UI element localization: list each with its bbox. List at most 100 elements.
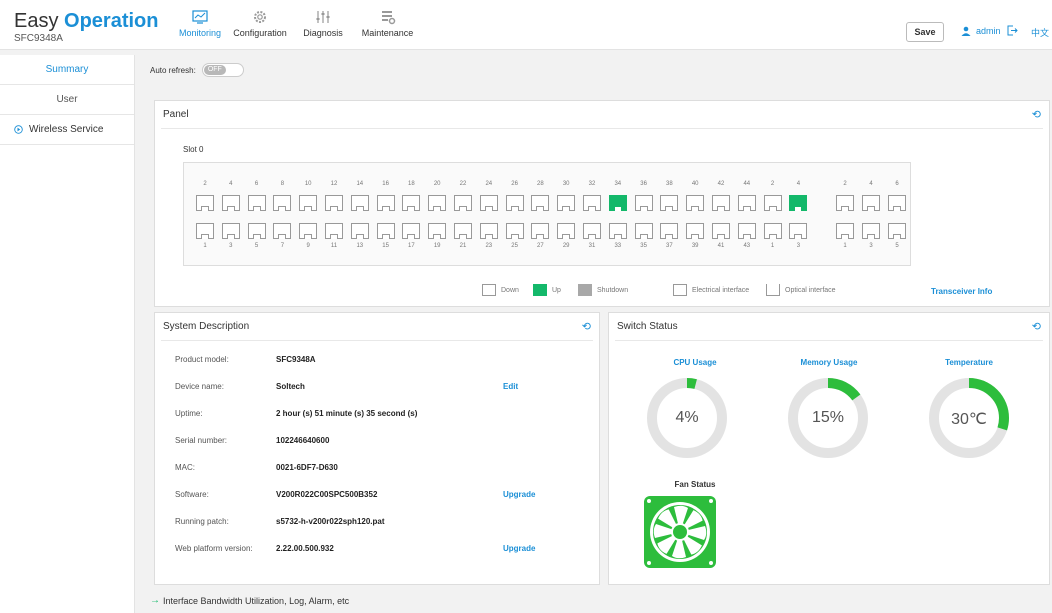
port-number: 12 (330, 181, 338, 187)
port-down[interactable] (763, 223, 782, 239)
port-down[interactable] (789, 223, 808, 239)
sysdesc-value: 2 hour (s) 51 minute (s) 35 second (s) (276, 409, 418, 418)
port-down[interactable] (454, 195, 472, 211)
port-down[interactable] (221, 195, 240, 211)
port-up[interactable] (789, 195, 808, 211)
port-down[interactable] (763, 195, 782, 211)
port-number: 25 (511, 243, 518, 249)
port-down[interactable] (479, 223, 498, 239)
divider (615, 340, 1043, 341)
port-number: 13 (356, 243, 364, 249)
port-down[interactable] (737, 223, 756, 239)
cpu-usage-label: CPU Usage (673, 358, 717, 367)
port-down[interactable] (454, 223, 472, 239)
port-down[interactable] (862, 195, 880, 211)
port-down[interactable] (402, 195, 421, 211)
sysdesc-key: MAC: (175, 463, 195, 472)
port-number: 31 (588, 243, 596, 249)
port-up[interactable] (608, 195, 627, 211)
port-down[interactable] (737, 195, 756, 211)
switch-status-refresh-icon[interactable]: ⟲ (1032, 321, 1041, 333)
port-number: 2 (770, 181, 775, 187)
port-number: 18 (408, 181, 415, 187)
port-down[interactable] (247, 195, 266, 211)
port-down[interactable] (428, 223, 447, 239)
port-down[interactable] (221, 223, 240, 239)
port-down[interactable] (273, 195, 292, 211)
port-down[interactable] (583, 195, 601, 211)
transceiver-info-link[interactable]: Transceiver Info (931, 287, 992, 296)
port-down[interactable] (634, 195, 653, 211)
port-down[interactable] (350, 223, 369, 239)
sidebar-item-summary[interactable]: Summary (0, 55, 134, 85)
port-down[interactable] (325, 195, 343, 211)
port-down[interactable] (350, 195, 369, 211)
language-switch[interactable]: 中文 (1031, 26, 1049, 39)
port-down[interactable] (428, 195, 447, 211)
port-down[interactable] (888, 195, 906, 211)
port-down[interactable] (325, 223, 343, 239)
port-down[interactable] (531, 223, 550, 239)
port-down[interactable] (686, 195, 705, 211)
system-description-title: System Description (163, 321, 250, 332)
port-down[interactable] (888, 223, 906, 239)
arrow-right-icon: → (150, 595, 160, 606)
port-down[interactable] (862, 223, 880, 239)
sysdesc-upgrade-link[interactable]: Upgrade (503, 490, 535, 499)
logout-icon[interactable] (1007, 25, 1018, 36)
nav-maintenance[interactable]: Maintenance (356, 6, 419, 38)
system-description-refresh-icon[interactable]: ⟲ (582, 321, 591, 333)
port-down[interactable] (583, 223, 601, 239)
port-down[interactable] (247, 223, 266, 239)
sidebar-item-user[interactable]: User (0, 85, 134, 115)
port-down[interactable] (479, 195, 498, 211)
port-down[interactable] (660, 223, 679, 239)
port-down[interactable] (299, 195, 318, 211)
port-number: 40 (691, 181, 699, 187)
nav-configuration[interactable]: Configuration (230, 6, 290, 38)
fan-status-label: Fan Status (674, 480, 716, 489)
port-number: 42 (717, 181, 725, 187)
port-number: 2 (203, 181, 207, 187)
nav-diagnosis-label: Diagnosis (303, 28, 343, 38)
port-down[interactable] (686, 223, 705, 239)
port-down[interactable] (557, 223, 576, 239)
port-down[interactable] (634, 223, 653, 239)
port-down[interactable] (376, 223, 395, 239)
port-down[interactable] (505, 195, 524, 211)
nav-monitoring[interactable]: Monitoring (172, 6, 228, 38)
port-number: 21 (459, 243, 467, 249)
port-down[interactable] (376, 195, 395, 211)
panel-refresh-icon[interactable]: ⟲ (1032, 109, 1041, 121)
sysdesc-upgrade-link[interactable]: Upgrade (503, 544, 535, 553)
port-down[interactable] (196, 223, 214, 239)
sidebar-item-wireless-service[interactable]: Wireless Service (0, 115, 134, 145)
legend-optical: Optical interface (766, 284, 836, 296)
port-down[interactable] (505, 223, 524, 239)
port-down[interactable] (531, 195, 550, 211)
save-button[interactable]: Save (906, 22, 944, 42)
user-menu[interactable]: admin (961, 25, 1018, 36)
sysdesc-value: Soltech (276, 382, 305, 391)
port-number: 6 (895, 181, 899, 187)
port-down[interactable] (608, 223, 627, 239)
port-down[interactable] (712, 223, 730, 239)
port-down[interactable] (196, 195, 214, 211)
port-down[interactable] (712, 195, 730, 211)
auto-refresh-toggle[interactable]: OFF (201, 63, 244, 77)
more-info-link[interactable]: → Interface Bandwidth Utilization, Log, … (150, 595, 349, 606)
port-down[interactable] (660, 195, 679, 211)
sysdesc-value: V200R022C00SPC500B352 (276, 490, 378, 499)
username: admin (976, 25, 1001, 36)
nav-diagnosis[interactable]: Diagnosis (292, 6, 354, 38)
legend-optical-swatch (766, 284, 780, 296)
port-down[interactable] (402, 223, 421, 239)
port-down[interactable] (273, 223, 292, 239)
sysdesc-edit-link[interactable]: Edit (503, 382, 518, 391)
port-number: 11 (330, 243, 338, 249)
port-down[interactable] (836, 195, 854, 211)
port-down[interactable] (836, 223, 854, 239)
port-down[interactable] (557, 195, 576, 211)
port-down[interactable] (299, 223, 318, 239)
legend-down-swatch (482, 284, 496, 296)
